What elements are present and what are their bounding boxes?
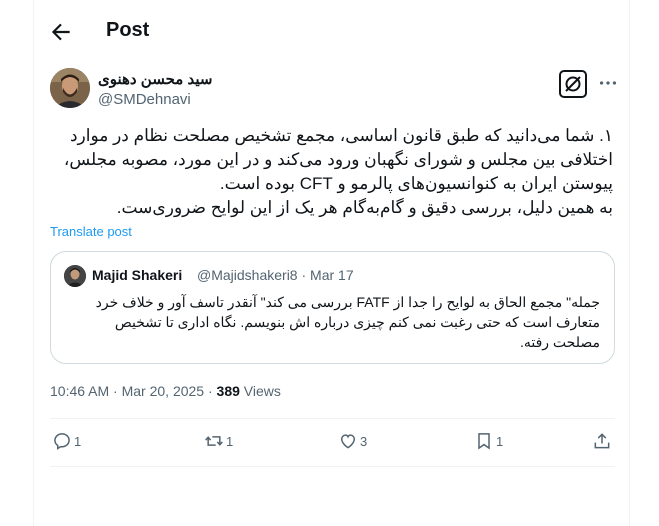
grok-button[interactable] (559, 70, 587, 98)
quote-text: جمله" مجمع الحاق به لوایح را جدا از FATF… (63, 292, 600, 352)
header: Post (34, 0, 629, 62)
like-icon (340, 434, 356, 449)
quote-date: Mar 17 (310, 267, 354, 283)
avatar[interactable] (50, 68, 90, 108)
views-count: 389 (216, 383, 240, 399)
bookmark-count: 1 (496, 433, 504, 449)
back-arrow-icon[interactable] (48, 19, 74, 45)
post-meta: 10:46 AM · Mar 20, 2025 · 389 Views (50, 383, 281, 399)
quote-handle: @Majidshakeri8 (197, 267, 298, 283)
divider (50, 418, 615, 419)
author-name[interactable]: سید محسن دهنوی (98, 70, 212, 88)
post-line: ۱. شما می‌دانید که طبق قانون اساسی، مجمع… (69, 126, 613, 145)
quote-dot: · (301, 267, 307, 283)
post-line: به همین دلیل، بررسی دقیق و گام‌به‌گام هر… (116, 198, 613, 217)
quote-avatar (64, 265, 86, 287)
translate-link[interactable]: Translate post (50, 224, 132, 239)
reply-count: 1 (74, 433, 82, 449)
author-handle[interactable]: @SMDehnavi (98, 91, 191, 108)
bookmark-button[interactable]: 1 (474, 429, 503, 453)
quote-meta: @Majidshakeri8 · Mar 17 (197, 267, 354, 283)
views-label: Views (239, 383, 281, 399)
quoted-post[interactable]: Majid Shakeri @Majidshakeri8 · Mar 17 جم… (50, 251, 615, 364)
repost-count: 1 (226, 433, 234, 449)
post-line: پیوستن ایران به کنوانسیون‌های پالرمو و C… (219, 174, 613, 193)
reply-icon (54, 433, 70, 450)
divider (50, 466, 615, 467)
quote-line: جمله" مجمع الحاق به لوایح را جدا از FATF… (95, 294, 600, 310)
reply-button[interactable]: 1 (52, 429, 81, 453)
post-line: اختلافی بین مجلس و شورای نگهبان ورود می‌… (63, 150, 613, 169)
repost-button[interactable]: 1 (204, 429, 233, 453)
like-button[interactable]: 3 (338, 429, 367, 453)
action-bar: 1 1 3 1 (50, 421, 615, 461)
post-column: Post سید محسن دهنوی @SMDehnavi ۱. شما می… (33, 0, 630, 526)
grok-icon (565, 76, 581, 92)
quote-author-name: Majid Shakeri (92, 267, 183, 283)
post-text: ۱. شما می‌دانید که طبق قانون اساسی، مجمع… (50, 124, 613, 220)
quote-line: متعارف است که حتی رغبت نمی کنم چیزی دربا… (114, 314, 600, 330)
page-title: Post (106, 19, 150, 41)
share-icon (594, 433, 610, 449)
more-icon[interactable] (597, 72, 619, 94)
bookmark-icon (478, 433, 490, 450)
share-button[interactable] (592, 429, 612, 453)
like-count: 3 (360, 433, 368, 449)
post-time: 10:46 AM · Mar 20, 2025 · (50, 383, 217, 399)
quote-line: مصلحت رفته. (519, 334, 600, 350)
repost-icon (205, 436, 223, 446)
